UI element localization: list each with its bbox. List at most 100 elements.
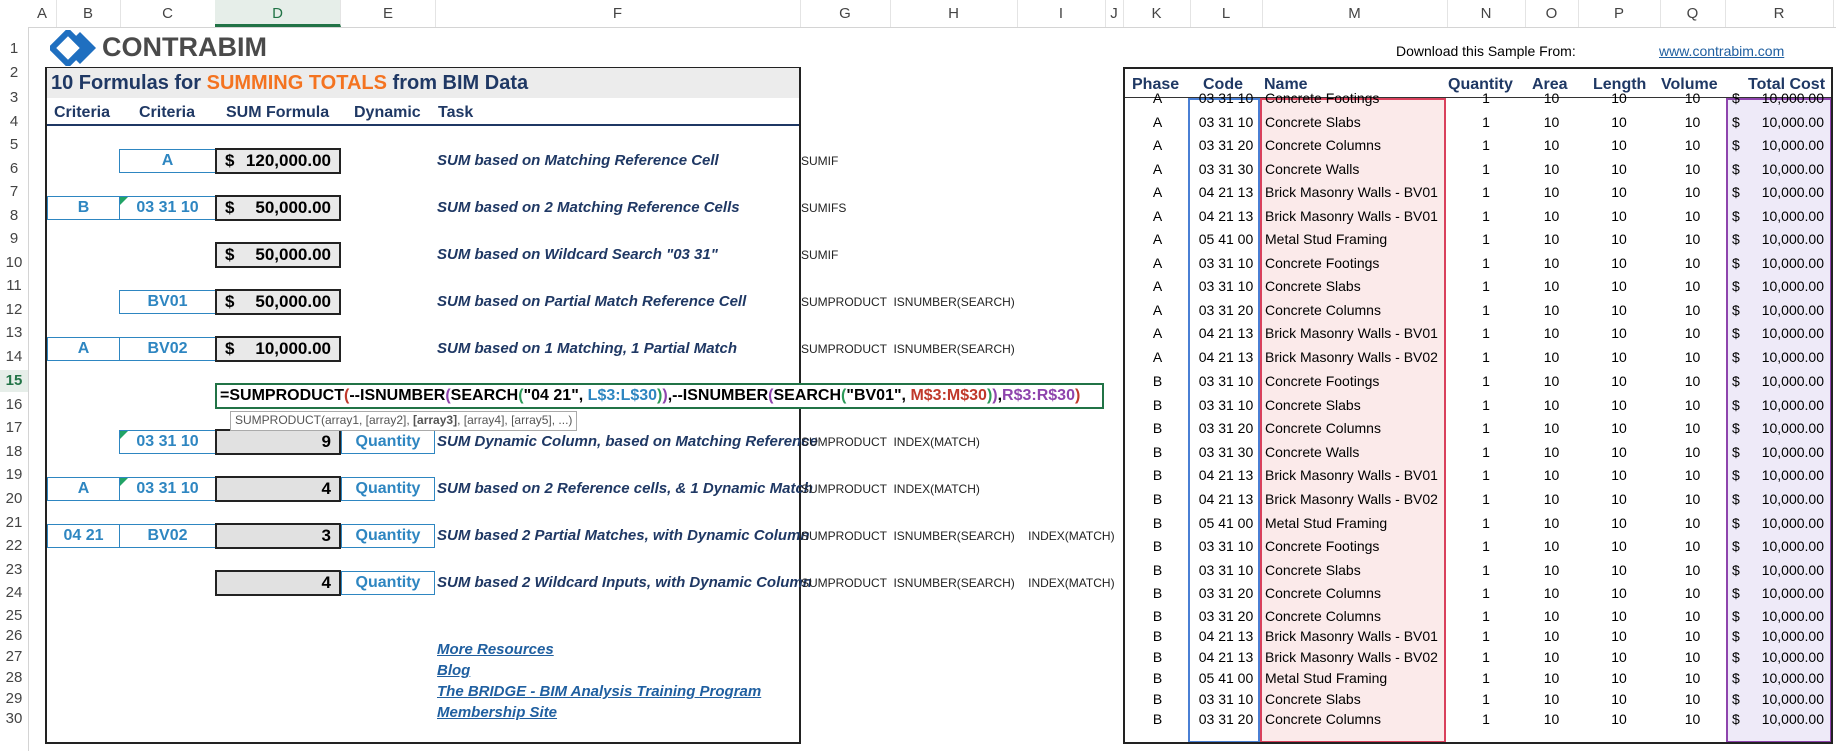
- area-cell[interactable]: 10: [1525, 536, 1578, 556]
- phase-cell[interactable]: A: [1125, 276, 1190, 296]
- name-cell[interactable]: Brick Masonry Walls - BV01: [1265, 465, 1445, 485]
- area-cell[interactable]: 10: [1525, 300, 1578, 320]
- phase-cell[interactable]: A: [1125, 88, 1190, 108]
- name-cell[interactable]: Brick Masonry Walls - BV02: [1265, 647, 1445, 667]
- area-cell[interactable]: 10: [1525, 442, 1578, 462]
- column-header-d[interactable]: D: [215, 0, 341, 27]
- name-cell[interactable]: Metal Stud Framing: [1265, 513, 1445, 533]
- total-cost-cell[interactable]: 10,000.00: [1748, 159, 1824, 179]
- name-cell[interactable]: Concrete Columns: [1265, 709, 1445, 729]
- name-cell[interactable]: Metal Stud Framing: [1265, 668, 1445, 688]
- quantity-cell[interactable]: 1: [1447, 276, 1525, 296]
- length-cell[interactable]: 10: [1578, 182, 1660, 202]
- volume-cell[interactable]: 10: [1660, 229, 1725, 249]
- area-cell[interactable]: 10: [1525, 689, 1578, 709]
- quantity-cell[interactable]: 1: [1447, 647, 1525, 667]
- phase-cell[interactable]: B: [1125, 709, 1190, 729]
- volume-cell[interactable]: 10: [1660, 418, 1725, 438]
- area-cell[interactable]: 10: [1525, 276, 1578, 296]
- total-cost-cell[interactable]: 10,000.00: [1748, 626, 1824, 646]
- length-cell[interactable]: 10: [1578, 442, 1660, 462]
- name-cell[interactable]: Concrete Footings: [1265, 536, 1445, 556]
- spreadsheet-grid[interactable]: ABCDEFGHIJKLMNOPQR 1 2 3 4 5 6 7 8 9 10 11 12 13 14 15…: [0, 0, 1836, 751]
- quantity-cell[interactable]: 1: [1447, 418, 1525, 438]
- quantity-cell[interactable]: 1: [1447, 442, 1525, 462]
- total-cost-cell[interactable]: 10,000.00: [1748, 229, 1824, 249]
- area-cell[interactable]: 10: [1525, 112, 1578, 132]
- quantity-cell[interactable]: 1: [1447, 300, 1525, 320]
- area-cell[interactable]: 10: [1525, 347, 1578, 367]
- code-cell[interactable]: 05 41 00: [1190, 668, 1262, 688]
- volume-cell[interactable]: 10: [1660, 536, 1725, 556]
- length-cell[interactable]: 10: [1578, 709, 1660, 729]
- name-cell[interactable]: Concrete Slabs: [1265, 689, 1445, 709]
- phase-cell[interactable]: A: [1125, 135, 1190, 155]
- phase-cell[interactable]: A: [1125, 229, 1190, 249]
- quantity-cell[interactable]: 1: [1447, 182, 1525, 202]
- name-cell[interactable]: Concrete Columns: [1265, 135, 1445, 155]
- phase-cell[interactable]: B: [1125, 442, 1190, 462]
- name-cell[interactable]: Brick Masonry Walls - BV02: [1265, 347, 1445, 367]
- name-cell[interactable]: Concrete Footings: [1265, 253, 1445, 273]
- area-cell[interactable]: 10: [1525, 323, 1578, 343]
- code-cell[interactable]: 03 31 20: [1190, 583, 1262, 603]
- quantity-cell[interactable]: 1: [1447, 112, 1525, 132]
- volume-cell[interactable]: 10: [1660, 626, 1725, 646]
- phase-cell[interactable]: B: [1125, 606, 1190, 626]
- column-header-m[interactable]: M: [1262, 0, 1448, 27]
- name-cell[interactable]: Concrete Footings: [1265, 88, 1445, 108]
- volume-cell[interactable]: 10: [1660, 465, 1725, 485]
- length-cell[interactable]: 10: [1578, 276, 1660, 296]
- length-cell[interactable]: 10: [1578, 560, 1660, 580]
- phase-cell[interactable]: A: [1125, 206, 1190, 226]
- code-cell[interactable]: 03 31 10: [1190, 112, 1262, 132]
- area-cell[interactable]: 10: [1525, 418, 1578, 438]
- quantity-cell[interactable]: 1: [1447, 323, 1525, 343]
- total-cost-cell[interactable]: 10,000.00: [1748, 135, 1824, 155]
- phase-cell[interactable]: A: [1125, 253, 1190, 273]
- name-cell[interactable]: Concrete Slabs: [1265, 395, 1445, 415]
- phase-cell[interactable]: B: [1125, 536, 1190, 556]
- length-cell[interactable]: 10: [1578, 465, 1660, 485]
- phase-cell[interactable]: B: [1125, 626, 1190, 646]
- row-header-2[interactable]: 2: [0, 62, 28, 84]
- length-cell[interactable]: 10: [1578, 668, 1660, 688]
- volume-cell[interactable]: 10: [1660, 206, 1725, 226]
- phase-cell[interactable]: A: [1125, 323, 1190, 343]
- area-cell[interactable]: 10: [1525, 583, 1578, 603]
- total-cost-cell[interactable]: 10,000.00: [1748, 689, 1824, 709]
- area-cell[interactable]: 10: [1525, 489, 1578, 509]
- code-cell[interactable]: 03 31 10: [1190, 253, 1262, 273]
- length-cell[interactable]: 10: [1578, 253, 1660, 273]
- volume-cell[interactable]: 10: [1660, 489, 1725, 509]
- length-cell[interactable]: 10: [1578, 395, 1660, 415]
- column-header-h[interactable]: H: [890, 0, 1018, 27]
- area-cell[interactable]: 10: [1525, 206, 1578, 226]
- total-cost-cell[interactable]: 10,000.00: [1748, 606, 1824, 626]
- quantity-cell[interactable]: 1: [1447, 489, 1525, 509]
- area-cell[interactable]: 10: [1525, 253, 1578, 273]
- volume-cell[interactable]: 10: [1660, 300, 1725, 320]
- name-cell[interactable]: Concrete Slabs: [1265, 112, 1445, 132]
- code-cell[interactable]: 03 31 20: [1190, 135, 1262, 155]
- column-header-k[interactable]: K: [1123, 0, 1191, 27]
- length-cell[interactable]: 10: [1578, 626, 1660, 646]
- total-cost-cell[interactable]: 10,000.00: [1748, 418, 1824, 438]
- length-cell[interactable]: 10: [1578, 323, 1660, 343]
- total-cost-cell[interactable]: 10,000.00: [1748, 395, 1824, 415]
- code-cell[interactable]: 04 21 13: [1190, 182, 1262, 202]
- phase-cell[interactable]: B: [1125, 689, 1190, 709]
- volume-cell[interactable]: 10: [1660, 442, 1725, 462]
- name-cell[interactable]: Brick Masonry Walls - BV01: [1265, 182, 1445, 202]
- code-cell[interactable]: 03 31 20: [1190, 709, 1262, 729]
- quantity-cell[interactable]: 1: [1447, 583, 1525, 603]
- column-header-p[interactable]: P: [1578, 0, 1661, 27]
- total-cost-cell[interactable]: 10,000.00: [1748, 442, 1824, 462]
- area-cell[interactable]: 10: [1525, 560, 1578, 580]
- quantity-cell[interactable]: 1: [1447, 606, 1525, 626]
- code-cell[interactable]: 03 31 10: [1190, 276, 1262, 296]
- total-cost-cell[interactable]: 10,000.00: [1748, 489, 1824, 509]
- code-cell[interactable]: 03 31 20: [1190, 300, 1262, 320]
- quantity-cell[interactable]: 1: [1447, 395, 1525, 415]
- area-cell[interactable]: 10: [1525, 626, 1578, 646]
